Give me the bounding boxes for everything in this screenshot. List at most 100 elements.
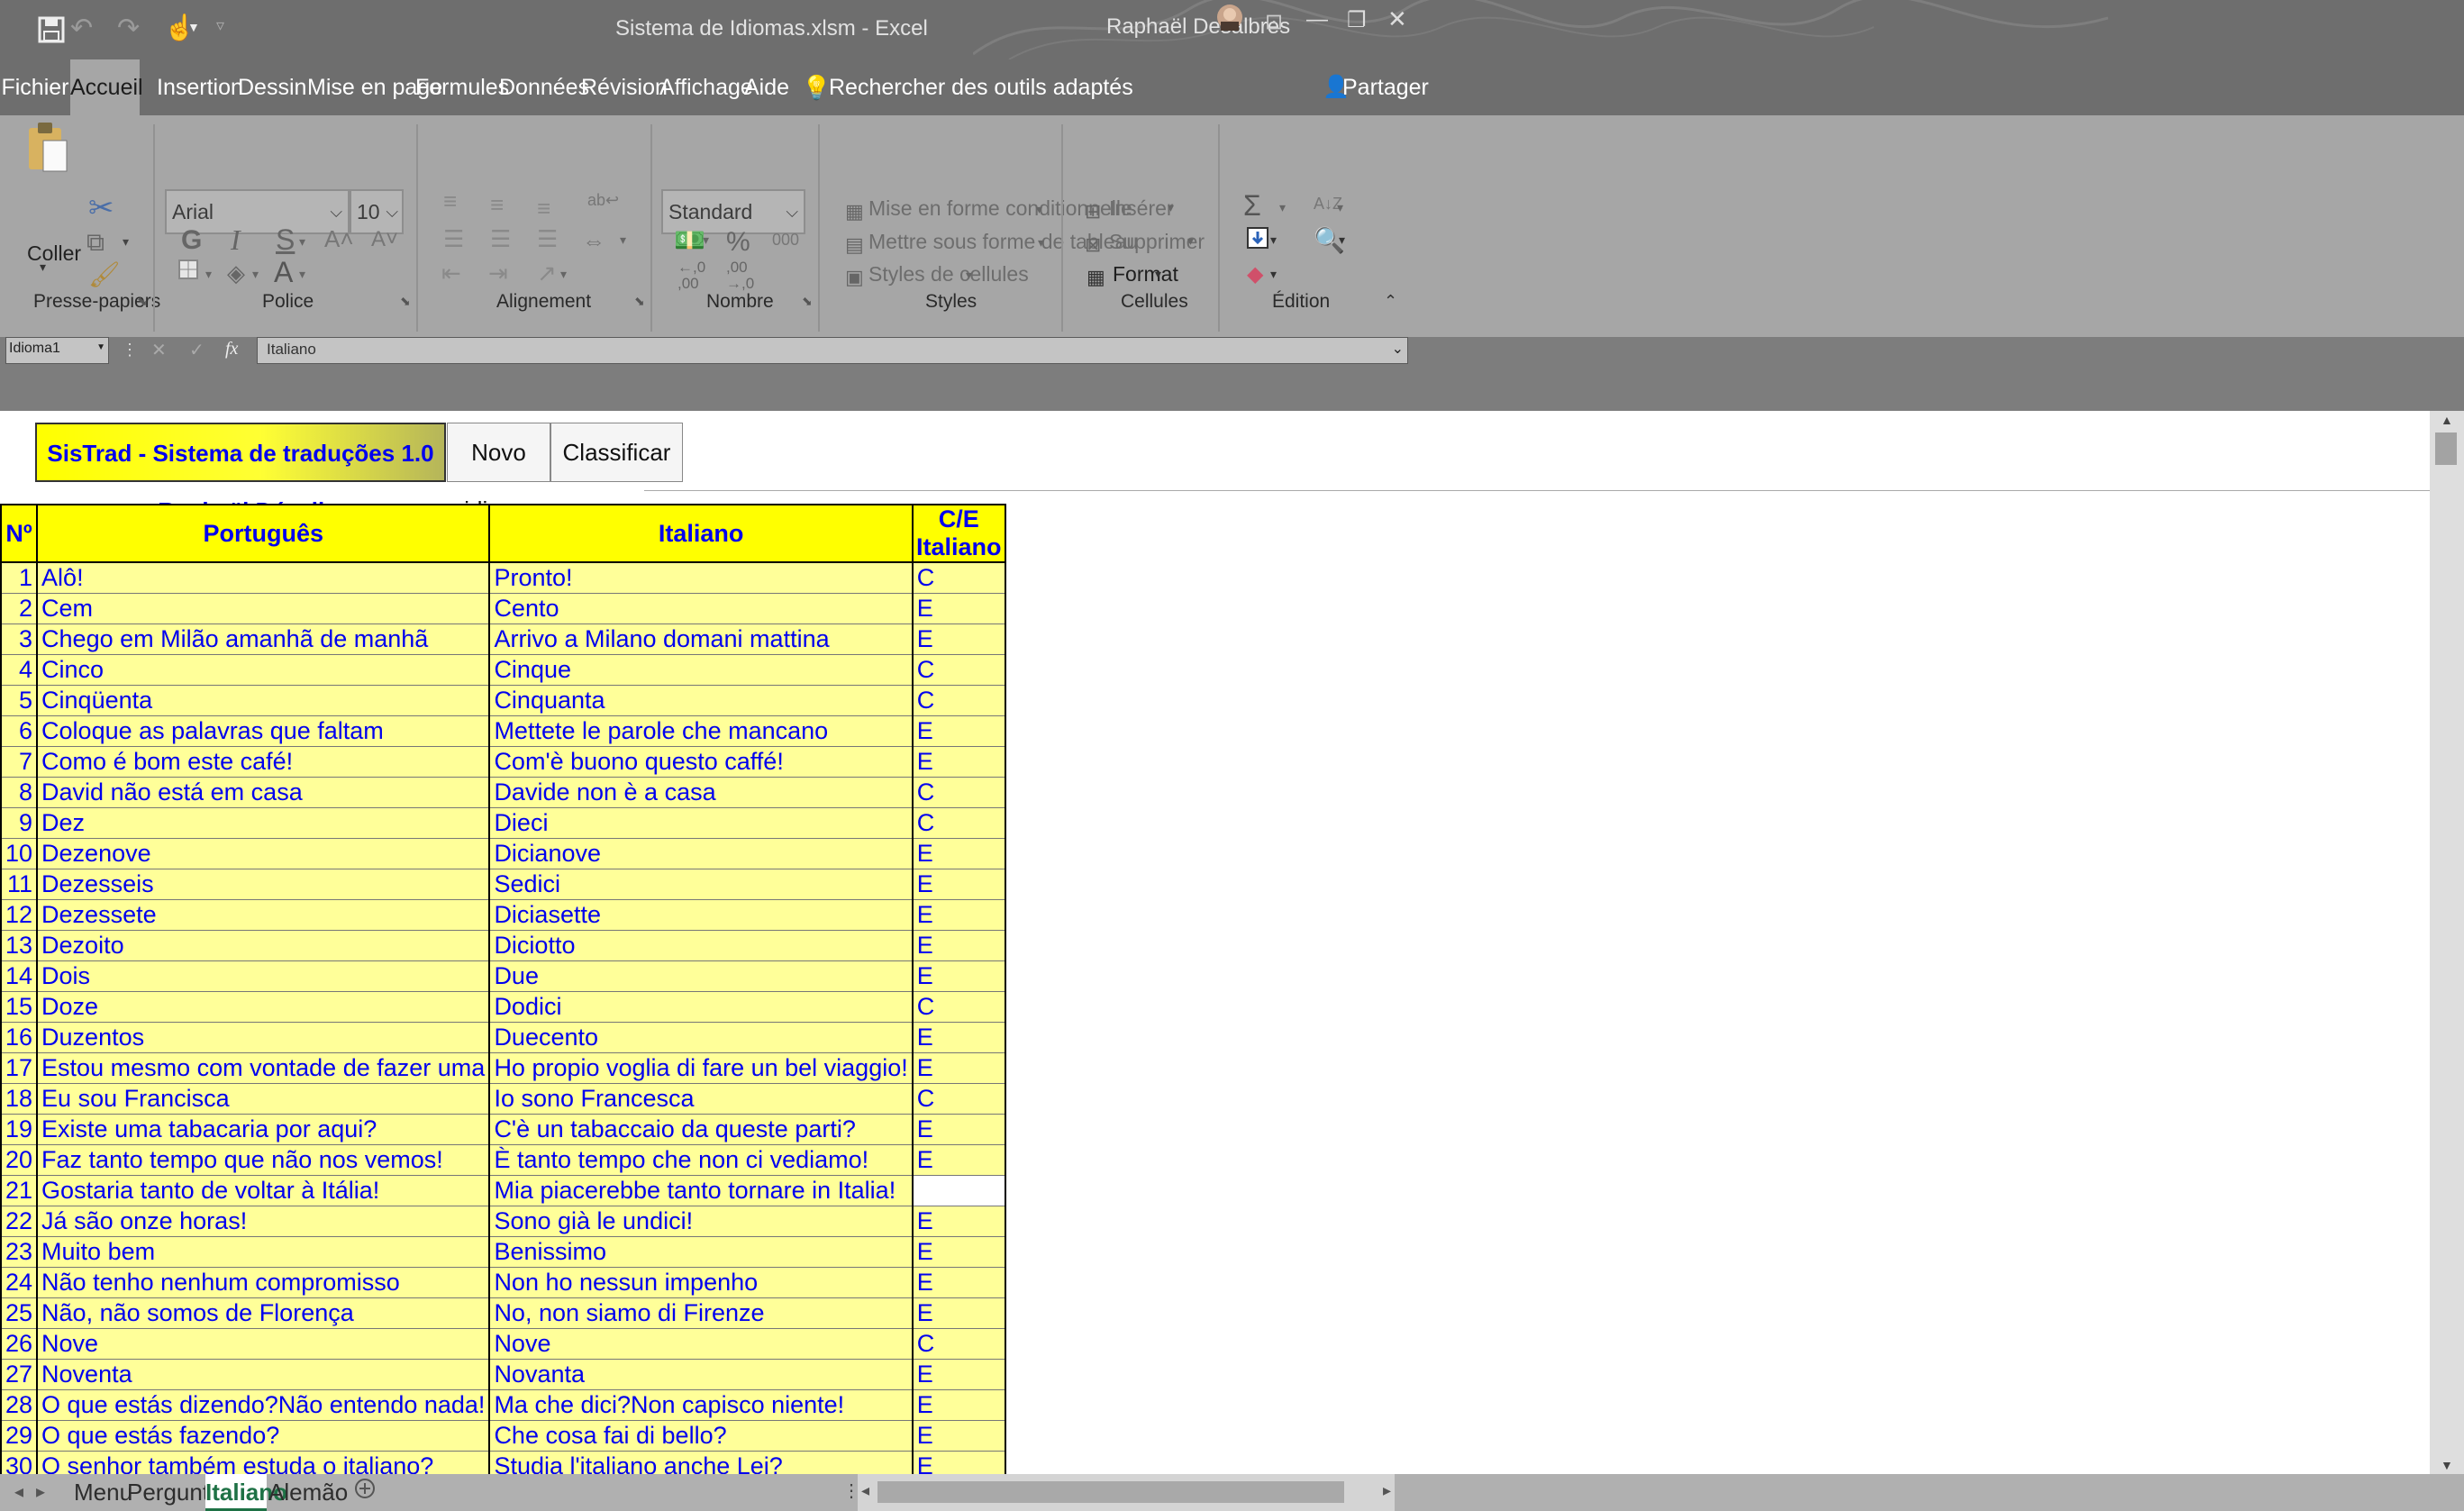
cell-check[interactable]: E [911, 1451, 1006, 1474]
cell-check[interactable]: E [911, 1114, 1006, 1145]
sort-button[interactable]: Classificar [550, 423, 683, 482]
table-row[interactable]: 30 O senhor também estuda o italiano? Stud… [0, 1451, 1006, 1474]
align-top-icon[interactable]: ≡ [443, 186, 457, 216]
cell-number[interactable]: 12 [0, 899, 39, 931]
format-table-icon[interactable]: ▤ [845, 230, 864, 260]
horizontal-scrollbar[interactable]: ◂ ▸ [858, 1474, 1395, 1511]
cell-portuguese[interactable]: Como é bom este café! [36, 746, 491, 778]
cell-italian[interactable]: Benissimo [488, 1236, 914, 1268]
clipboard-launcher-icon[interactable]: ⬊ [137, 294, 148, 309]
cell-italian[interactable]: Ma che dici?Non capisco niente! [488, 1389, 914, 1421]
sheet-tab-menu[interactable]: Menu [74, 1474, 132, 1511]
table-row[interactable]: 17 Estou mesmo com vontade de fazer uma Ho… [0, 1052, 1006, 1084]
cell-check[interactable]: E [911, 1359, 1006, 1390]
cell-check[interactable]: E [911, 1022, 1006, 1053]
cell-italian[interactable]: Nove [488, 1328, 914, 1360]
hscroll-right-icon[interactable]: ▸ [1383, 1481, 1391, 1500]
format-cells-icon[interactable]: ▦ [1087, 262, 1105, 293]
font-launcher-icon[interactable]: ⬊ [400, 294, 411, 309]
cell-italian[interactable]: Dodici [488, 991, 914, 1023]
search-tools[interactable]: Rechercher des outils adaptés [829, 59, 1133, 115]
cell-portuguese[interactable]: Não tenho nenhum compromisso [36, 1267, 491, 1298]
cell-portuguese[interactable]: Existe uma tabacaria por aqui? [36, 1114, 491, 1145]
cell-portuguese[interactable]: Dezenove [36, 838, 491, 869]
copy-dropdown-icon[interactable]: ▾ [123, 234, 129, 250]
thousands-button[interactable]: 000 [772, 231, 799, 250]
cell-portuguese[interactable]: Cem [36, 593, 491, 624]
cell-italian[interactable]: Davide non è a casa [488, 777, 914, 808]
share-button[interactable]: Partager [1342, 59, 1429, 115]
merge-center-icon[interactable]: ⇔ [582, 225, 605, 256]
increase-decimal-icon[interactable]: ←,0,00 [677, 259, 705, 292]
cell-check[interactable]: E [911, 746, 1006, 778]
table-row[interactable]: 7 Como é bom este café! Com'è buono questo… [0, 746, 1006, 778]
header-check[interactable]: C/E Italiano [911, 504, 1006, 563]
cell-number[interactable]: 9 [0, 807, 39, 839]
tab-insertion[interactable]: Insertion [157, 59, 243, 115]
sheet-tab-perguntas[interactable]: Perguntas [127, 1474, 234, 1511]
cell-italian[interactable]: Studia l'italiano anche Lei? [488, 1451, 914, 1474]
table-row[interactable]: 29 O que estás fazendo? Che cosa fai di be… [0, 1420, 1006, 1452]
tab-scroll-right-icon[interactable]: ▸ [36, 1480, 45, 1503]
touch-mode-dropdown-icon[interactable]: ▼ [187, 20, 200, 34]
cell-italian[interactable]: È tanto tempo che non ci vediamo! [488, 1144, 914, 1176]
cell-italian[interactable]: Ho propio voglia di fare un bel viaggio! [488, 1052, 914, 1084]
cell-italian[interactable]: Cinquanta [488, 685, 914, 716]
cell-portuguese[interactable]: Dez [36, 807, 491, 839]
table-row[interactable]: 14 Dois Due E [0, 960, 1006, 992]
cell-number[interactable]: 26 [0, 1328, 39, 1360]
cell-portuguese[interactable]: Estou mesmo com vontade de fazer uma [36, 1052, 491, 1084]
cell-number[interactable]: 18 [0, 1083, 39, 1115]
table-row[interactable]: 27 Noventa Novanta E [0, 1359, 1006, 1390]
name-box[interactable]: Idioma1 ▼ [5, 337, 109, 364]
cell-number[interactable]: 19 [0, 1114, 39, 1145]
cell-number[interactable]: 11 [0, 869, 39, 900]
confirm-entry-icon[interactable]: ✓ [189, 339, 205, 361]
sheet-tab-italiano[interactable]: Italiano [205, 1474, 287, 1511]
paste-icon[interactable] [25, 121, 68, 175]
user-name[interactable]: Raphaël Desalbres [1106, 14, 1290, 40]
tab-accueil[interactable]: Accueil [70, 59, 143, 115]
cell-portuguese[interactable]: Já são onze horas! [36, 1206, 491, 1237]
hscroll-left-icon[interactable]: ◂ [861, 1481, 869, 1500]
table-row[interactable]: 19 Existe uma tabacaria por aqui? C'è un t… [0, 1114, 1006, 1145]
paste-label[interactable]: Coller [27, 241, 81, 266]
currency-icon[interactable]: 💵 [674, 225, 705, 256]
shrink-font-icon[interactable]: A˅ [371, 227, 398, 252]
table-row[interactable]: 9 Dez Dieci C [0, 807, 1006, 839]
tab-affichage[interactable]: Affichage [659, 59, 753, 115]
cell-check[interactable]: E [911, 715, 1006, 747]
decrease-indent-icon[interactable]: ⇤ [441, 258, 461, 288]
fill-color-dropdown-icon[interactable]: ▾ [252, 267, 259, 282]
table-row[interactable]: 12 Dezessete Diciasette E [0, 899, 1006, 931]
cell-italian[interactable]: Duecento [488, 1022, 914, 1053]
cell-styles-dropdown-icon[interactable]: ▾ [966, 268, 972, 283]
fill-dropdown-icon[interactable]: ▾ [1270, 232, 1277, 248]
scroll-up-icon[interactable]: ▲ [2441, 413, 2453, 427]
avatar[interactable] [1216, 4, 1243, 31]
cell-check[interactable]: E [911, 869, 1006, 900]
percent-button[interactable]: % [726, 227, 750, 258]
cell-portuguese[interactable]: David não está em casa [36, 777, 491, 808]
paste-dropdown-icon[interactable]: ▾ [40, 259, 46, 275]
cell-check[interactable]: E [911, 1236, 1006, 1268]
cell-check[interactable]: E [911, 1297, 1006, 1329]
tab-fichier[interactable]: Fichier [0, 59, 70, 115]
cell-portuguese[interactable]: O senhor também estuda o italiano? [36, 1451, 491, 1474]
cell-portuguese[interactable]: Não, não somos de Florença [36, 1297, 491, 1329]
cell-check[interactable]: E [911, 624, 1006, 655]
cell-portuguese[interactable]: Coloque as palavras que faltam [36, 715, 491, 747]
table-row[interactable]: 2 Cem Cento E [0, 593, 1006, 624]
cell-check[interactable]: C [911, 807, 1006, 839]
cell-check[interactable]: E [911, 1052, 1006, 1084]
cell-number[interactable]: 10 [0, 838, 39, 869]
table-row[interactable]: 26 Nove Nove C [0, 1328, 1006, 1360]
collapse-ribbon-icon[interactable]: ⌃ [1384, 292, 1397, 311]
cell-number[interactable]: 14 [0, 960, 39, 992]
italic-button[interactable]: I [231, 223, 241, 257]
bold-button[interactable]: G [181, 225, 202, 256]
cell-portuguese[interactable]: Noventa [36, 1359, 491, 1390]
format-table-dropdown-icon[interactable]: ▾ [1038, 235, 1044, 250]
increase-indent-icon[interactable]: ⇥ [488, 258, 508, 288]
table-row[interactable]: 18 Eu sou Francisca Io sono Francesca C [0, 1083, 1006, 1115]
